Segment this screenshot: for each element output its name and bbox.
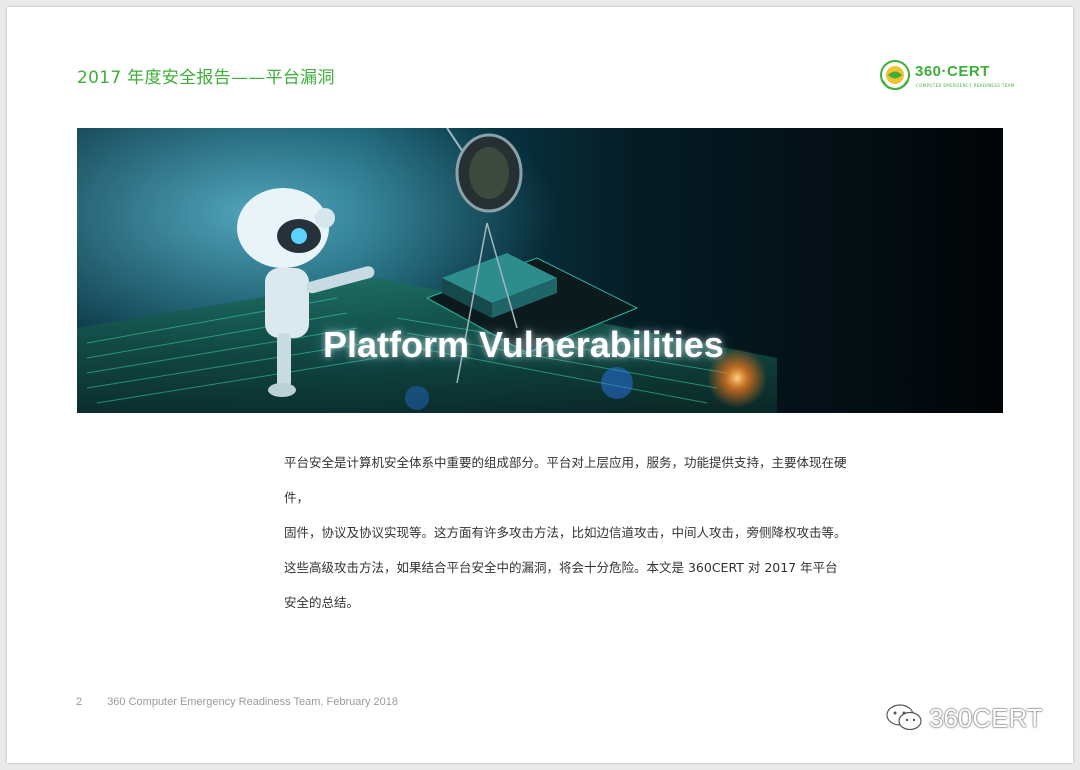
watermark-text: 360CERT (929, 702, 1043, 733)
footer-text: 360 Computer Emergency Readiness Team, F… (107, 696, 399, 708)
hero-banner: Platform Vulnerabilities (77, 128, 1003, 413)
document-page: 2017 年度安全报告——平台漏洞 360·CERT COMPUTER EMER… (7, 7, 1073, 763)
wechat-icon (886, 704, 922, 731)
logo-subtitle: COMPUTER EMERGENCY READINESS TEAM (916, 83, 1015, 88)
body-line: 平台安全是计算机安全体系中重要的组成部分。平台对上层应用，服务，功能提供支持，主… (284, 455, 847, 505)
body-line: 这些高级攻击方法，如果结合平台安全中的漏洞，将会十分危险。本文是 360CERT… (284, 560, 838, 575)
page-header-title: 2017 年度安全报告——平台漏洞 (77, 68, 335, 88)
body-line: 安全的总结。 (284, 595, 360, 610)
body-paragraph: 平台安全是计算机安全体系中重要的组成部分。平台对上层应用，服务，功能提供支持，主… (284, 445, 864, 620)
watermark: 360CERT (885, 700, 1043, 736)
page-number: 2 (76, 696, 83, 708)
globe-icon (880, 60, 910, 91)
360cert-logo: 360·CERT COMPUTER EMERGENCY READINESS TE… (879, 59, 1014, 93)
hero-illustration (77, 128, 1003, 413)
page-footer: 2 360 Computer Emergency Readiness Team,… (76, 696, 398, 708)
body-line: 固件，协议及协议实现等。这方面有许多攻击方法，比如边信道攻击，中间人攻击，旁侧降… (284, 525, 847, 540)
logo-text: 360·CERT (915, 63, 990, 80)
hero-title: Platform Vulnerabilities (323, 324, 724, 365)
